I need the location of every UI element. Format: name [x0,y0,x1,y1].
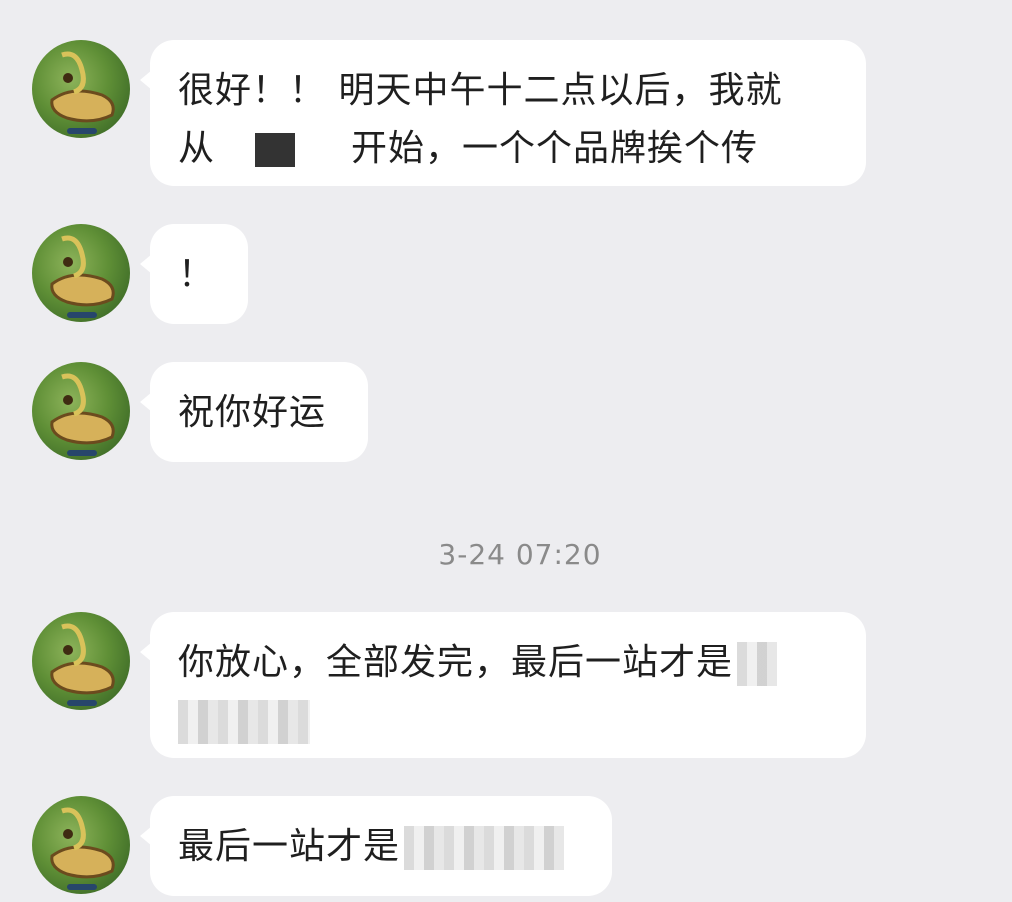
redaction-mosaic [737,642,778,686]
timestamp: 3-24 07:20 [438,538,602,571]
message-bubble[interactable]: ！ [140,224,248,324]
message-text-line1: 最后一站才是 [178,818,584,876]
message-text: 祝你好运 [178,392,327,433]
message-text-line2: 从开始，一个个品牌挨个传 [178,128,759,169]
message-text-line2 [178,692,838,750]
message-bubble[interactable]: 很好！！ 明天中午十二点以后，我就 从开始，一个个品牌挨个传 [140,40,866,186]
avatar[interactable] [32,612,130,710]
message-bubble[interactable]: 你放心，全部发完，最后一站才是 [140,612,866,758]
message-bubble[interactable]: 祝你好运 [140,362,368,462]
avatar-icon [50,235,115,318]
avatar[interactable] [32,224,130,322]
avatar-icon [50,807,115,890]
avatar[interactable] [32,796,130,894]
avatar[interactable] [32,40,130,138]
avatar-icon [50,373,115,456]
message-text-line1: 你放心，全部发完，最后一站才是 [178,634,838,692]
redaction-mosaic [178,700,310,744]
message-text: ！ [178,254,216,295]
redaction-block [255,133,296,167]
message-bubble[interactable]: 最后一站才是 [140,796,612,896]
redaction-mosaic [404,826,565,870]
avatar[interactable] [32,362,130,460]
chat-area: 很好！！ 明天中午十二点以后，我就 从开始，一个个品牌挨个传 ！ 祝你好运 3-… [0,0,1012,902]
avatar-icon [50,51,115,134]
message-text: 很好！！ 明天中午十二点以后，我就 [178,70,783,111]
avatar-icon [50,623,115,706]
